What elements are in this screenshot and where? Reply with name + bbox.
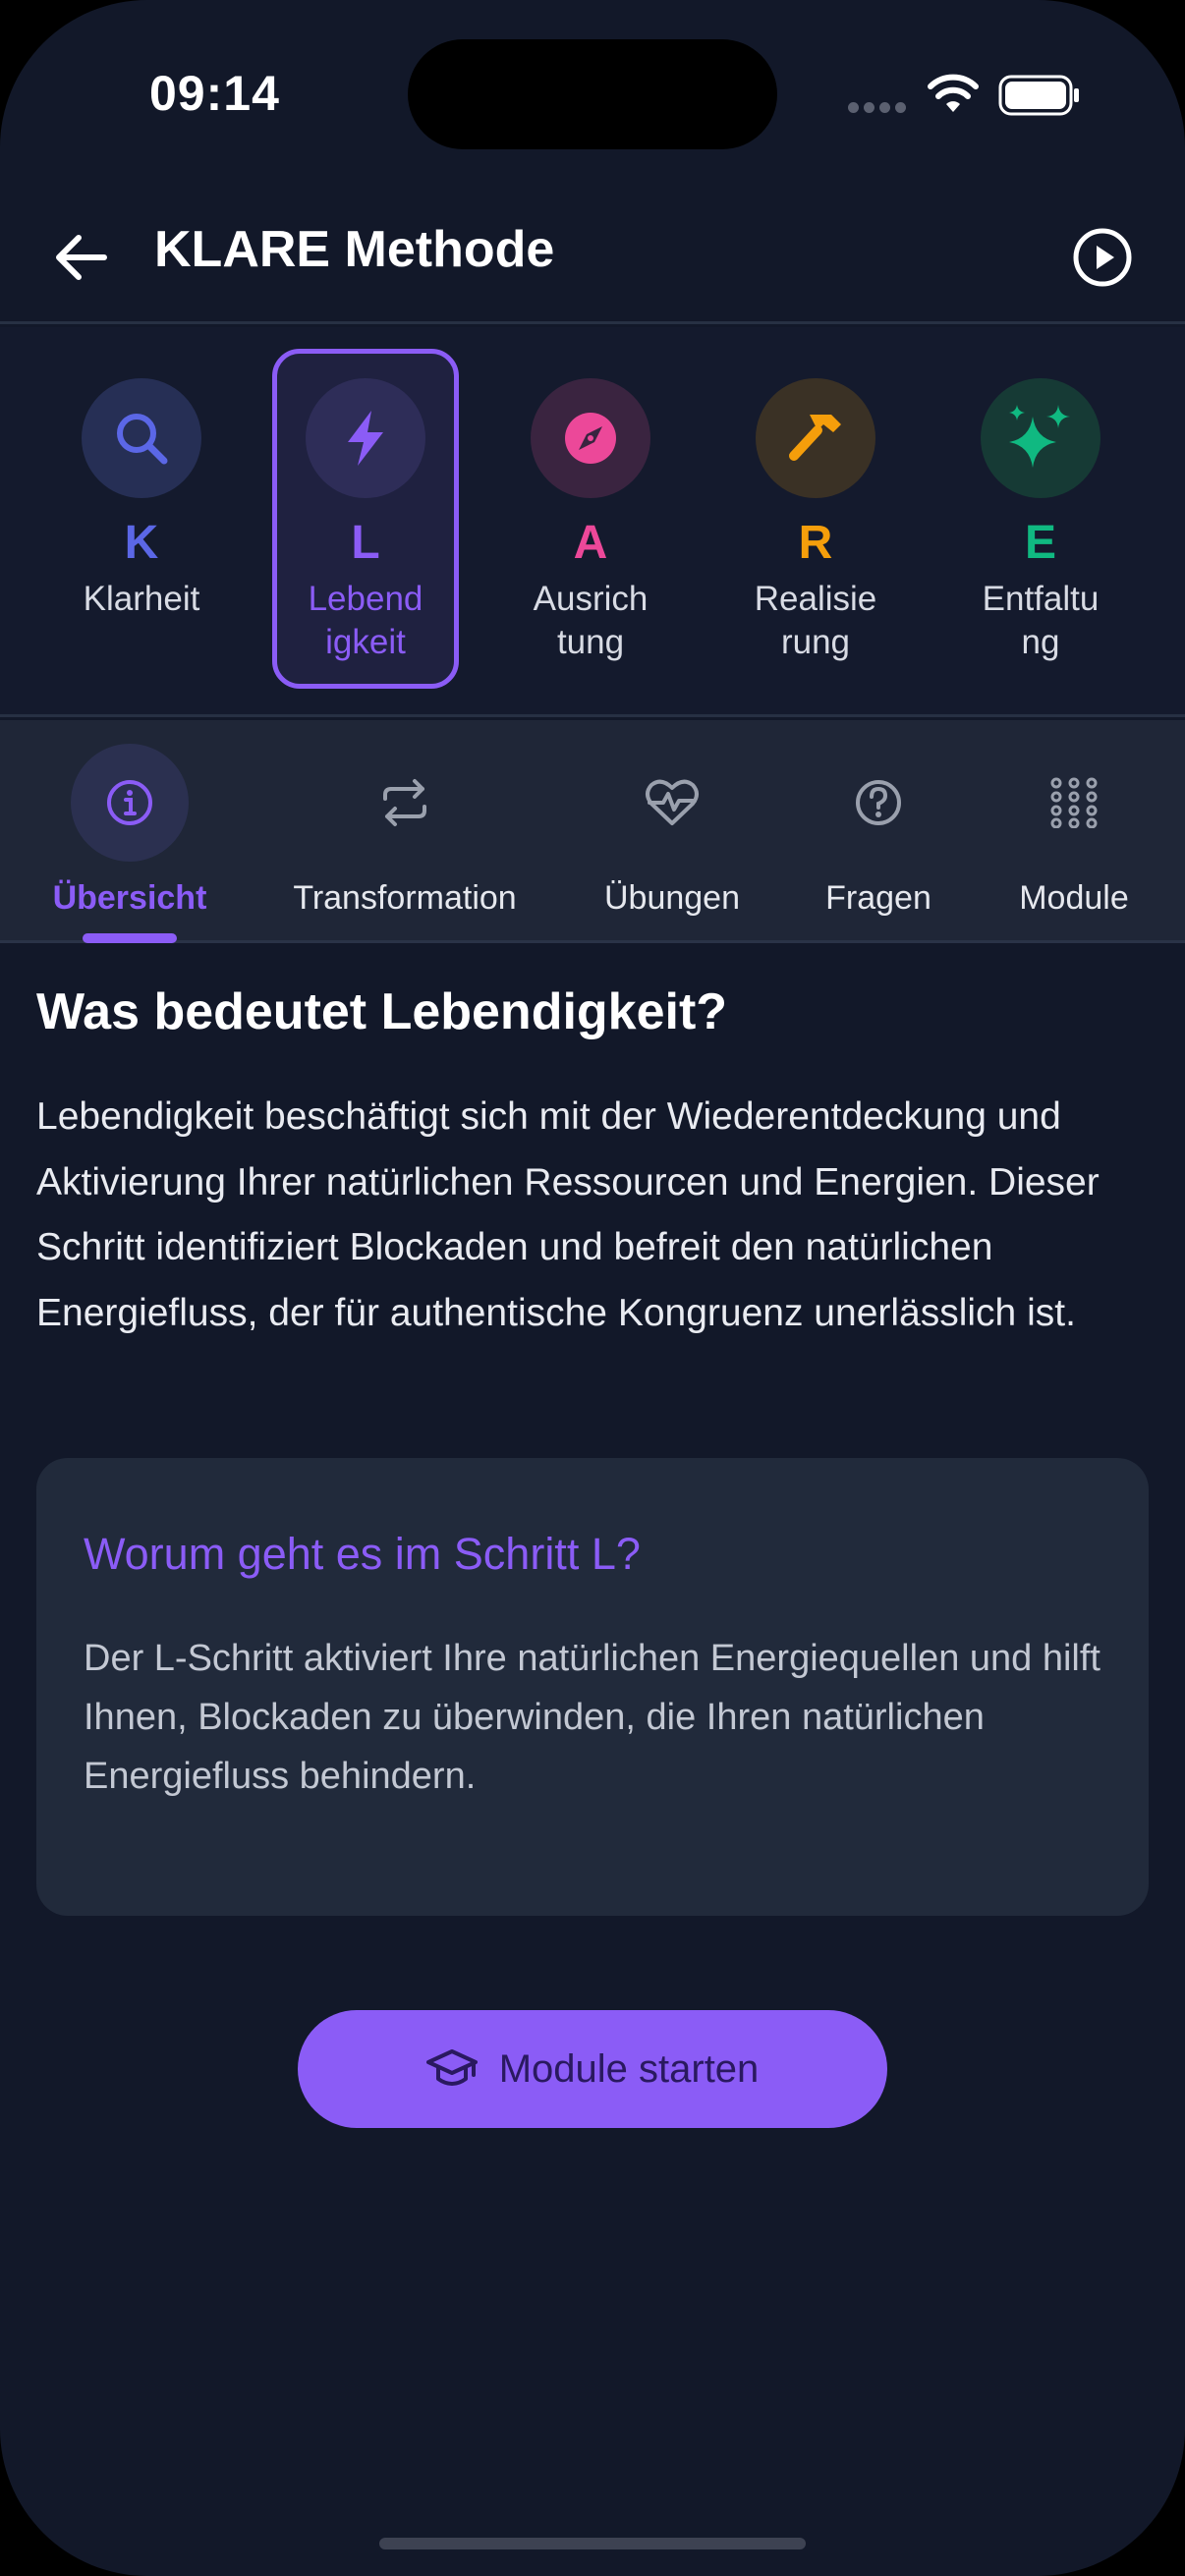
step-letter: E	[1024, 517, 1056, 569]
step-letter: K	[124, 517, 159, 569]
tab-transformation[interactable]: Transformation	[277, 720, 533, 943]
tab-uebungen[interactable]: Übungen	[574, 720, 770, 943]
step-name: Lebend igkeit	[308, 580, 423, 661]
tab-module[interactable]: Module	[995, 720, 1153, 943]
step-letter: A	[573, 517, 608, 569]
dynamic-island	[408, 39, 777, 149]
step-a[interactable]: A Ausrich tung	[497, 349, 684, 689]
grid-icon	[1015, 744, 1133, 862]
klare-step-selector: K Klarheit L Lebend igkeit A Ausrich tun…	[0, 327, 1185, 717]
step-letter: R	[798, 517, 833, 569]
step-r[interactable]: R Realisie rung	[722, 349, 909, 689]
sparkles-icon	[981, 378, 1100, 498]
search-icon	[82, 378, 201, 498]
battery-icon	[998, 75, 1079, 116]
info-card-title: Worum geht es im Schritt L?	[84, 1529, 641, 1579]
repeat-icon	[346, 744, 464, 862]
graduation-cap-icon	[425, 2049, 478, 2086]
app-header: KLARE Methode	[0, 187, 1185, 324]
section-tabs: Übersicht Transformation Übungen Fragen	[0, 720, 1185, 943]
info-card: Worum geht es im Schritt L? Der L-Schrit…	[36, 1458, 1149, 1916]
active-tab-indicator	[83, 933, 177, 943]
tab-label: Transformation	[293, 879, 517, 917]
tab-uebersicht[interactable]: Übersicht	[31, 720, 228, 943]
page-title: KLARE Methode	[154, 221, 555, 278]
tab-label: Übungen	[603, 879, 740, 917]
tab-label: Module	[1019, 879, 1129, 917]
step-k[interactable]: K Klarheit	[48, 349, 235, 689]
back-arrow-icon[interactable]	[51, 228, 110, 287]
play-circle-icon[interactable]	[1071, 226, 1134, 289]
compass-icon	[531, 378, 650, 498]
home-indicator[interactable]	[379, 2538, 806, 2549]
tab-label: Übersicht	[52, 879, 207, 917]
step-name: Ausrich tung	[533, 580, 649, 661]
question-icon	[819, 744, 937, 862]
heart-pulse-icon	[613, 744, 731, 862]
info-card-text: Der L-Schritt aktiviert Ihre natürlichen…	[84, 1638, 1100, 1797]
step-l[interactable]: L Lebend igkeit	[272, 349, 459, 689]
start-modules-button[interactable]: Module starten	[298, 2010, 887, 2128]
app-screen: 09:14 KLARE Methode K Klarheit L Lebend …	[0, 0, 1185, 2576]
hammer-icon	[756, 378, 875, 498]
lightning-icon	[306, 378, 425, 498]
info-icon	[71, 744, 189, 862]
section-description: Lebendigkeit beschäftigt sich mit der Wi…	[36, 1095, 1100, 1334]
step-name: Realisie rung	[754, 580, 877, 661]
section-title: Was bedeutet Lebendigkeit?	[36, 983, 728, 1040]
status-time: 09:14	[149, 66, 280, 121]
cellular-signal-icon	[848, 102, 907, 114]
start-modules-label: Module starten	[498, 2046, 760, 2091]
tab-label: Fragen	[825, 879, 931, 917]
wifi-icon	[928, 74, 979, 112]
step-letter: L	[351, 517, 380, 569]
step-name: Entfaltu ng	[982, 580, 1100, 661]
tab-fragen[interactable]: Fragen	[800, 720, 957, 943]
step-name: Klarheit	[83, 580, 200, 618]
step-e[interactable]: E Entfaltu ng	[947, 349, 1134, 689]
